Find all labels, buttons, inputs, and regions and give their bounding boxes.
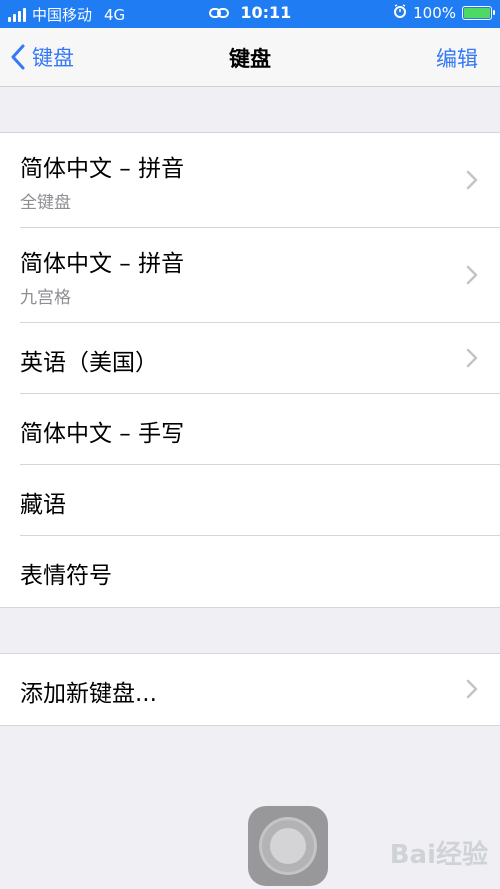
- clock: 10:11: [240, 3, 292, 22]
- keyboard-row-tibetan[interactable]: 藏语: [0, 465, 500, 536]
- keyboard-detail: 全键盘: [20, 193, 71, 213]
- chevron-right-icon: [466, 679, 478, 699]
- battery-percent: 100%: [413, 4, 456, 22]
- keyboard-name: 英语（美国）: [20, 350, 158, 376]
- alarm-icon: [393, 4, 407, 22]
- keyboard-name: 藏语: [20, 492, 66, 518]
- chevron-right-icon: [466, 170, 478, 190]
- keyboard-row-emoji[interactable]: 表情符号: [0, 536, 500, 607]
- keyboard-name: 简体中文 – 拼音: [20, 156, 185, 182]
- keyboard-list: 简体中文 – 拼音 全键盘 简体中文 – 拼音 九宫格 英语（美国） 简体中文 …: [0, 132, 500, 608]
- status-bar: 中国移动 4G 10:11 100%: [0, 0, 500, 28]
- battery-icon: [462, 6, 495, 20]
- keyboard-name: 简体中文 – 拼音: [20, 251, 185, 277]
- edit-button[interactable]: 编辑: [436, 43, 478, 73]
- status-right: 100%: [393, 4, 495, 22]
- add-keyboard-row[interactable]: 添加新键盘...: [0, 654, 500, 725]
- add-keyboard-group: 添加新键盘...: [0, 653, 500, 726]
- chevron-right-icon: [466, 265, 478, 285]
- keyboard-name: 表情符号: [20, 563, 112, 589]
- keyboard-row-pinyin-full[interactable]: 简体中文 – 拼音 全键盘: [0, 133, 500, 228]
- keyboard-detail: 九宫格: [20, 288, 71, 308]
- chevron-right-icon: [466, 348, 478, 368]
- keyboard-row-pinyin-9key[interactable]: 简体中文 – 拼音 九宫格: [0, 228, 500, 323]
- keyboard-row-english-us[interactable]: 英语（美国）: [0, 323, 500, 394]
- link-icon: [208, 4, 229, 23]
- add-keyboard-label: 添加新键盘...: [20, 681, 157, 707]
- keyboard-row-handwriting[interactable]: 简体中文 – 手写: [0, 394, 500, 465]
- page-title: 键盘: [229, 47, 271, 71]
- keyboard-name: 简体中文 – 手写: [20, 421, 185, 447]
- assistive-touch-button[interactable]: [248, 806, 328, 886]
- navigation-bar: 键盘 键盘 编辑: [0, 28, 500, 87]
- watermark: Bai经验: [389, 840, 488, 870]
